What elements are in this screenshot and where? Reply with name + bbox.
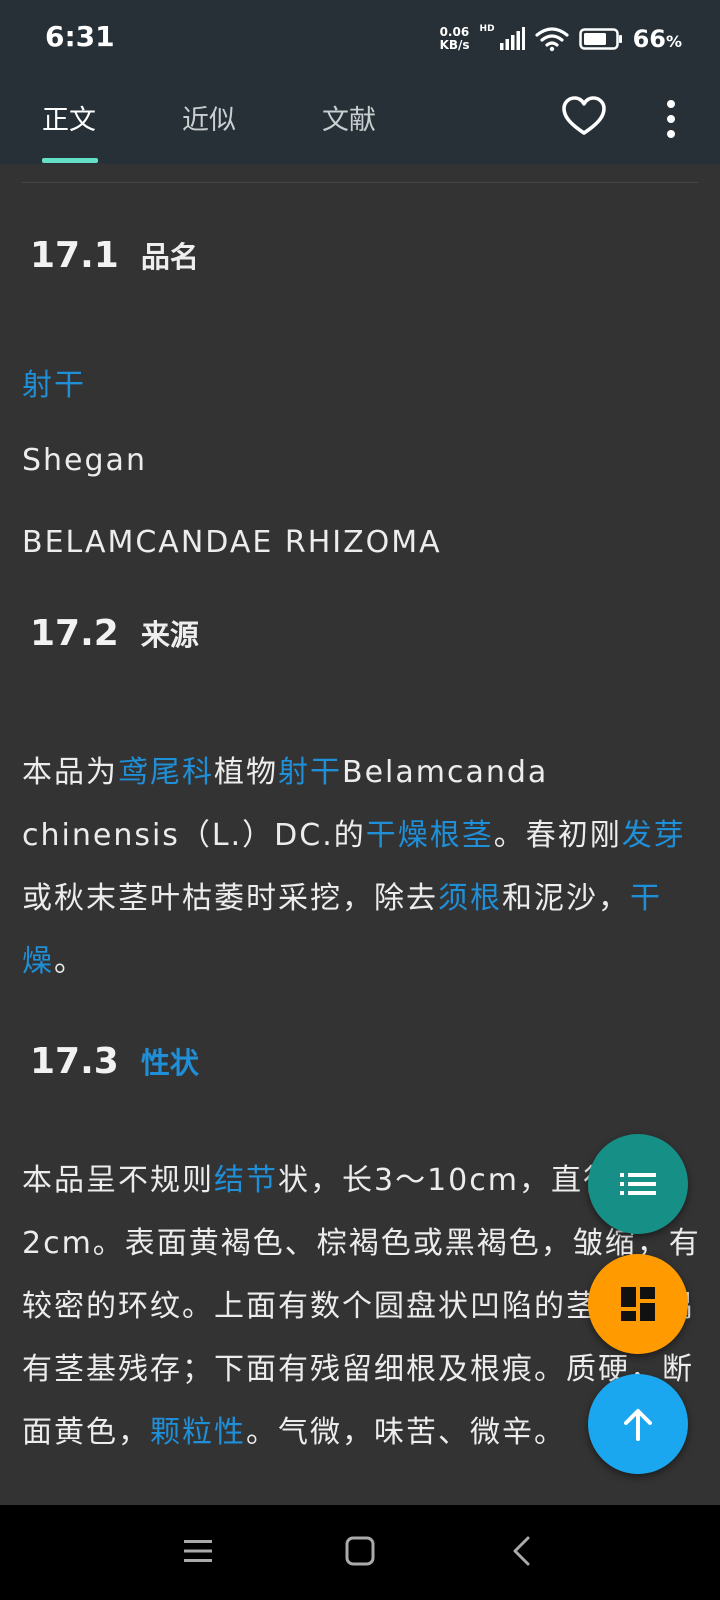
source-link[interactable]: 鸢尾科	[118, 755, 214, 790]
net-speed-unit: KB/s	[439, 38, 470, 52]
tab-similar[interactable]: 近似	[182, 98, 236, 137]
source-text: 。	[54, 944, 86, 979]
heart-outline-icon[interactable]	[561, 94, 607, 140]
section-title: 品名	[140, 240, 199, 274]
battery-unit: %	[665, 32, 682, 51]
source-paragraph: 本品为鸢尾科植物射干Belamcanda chinensis（L.）DC.的干燥…	[22, 741, 702, 993]
tab-indicator	[42, 158, 98, 163]
hd-badge: HD	[479, 24, 495, 34]
section-heading-1: 17.1 品名	[30, 234, 199, 276]
tab-main-text[interactable]: 正文	[42, 98, 96, 137]
wifi-icon	[534, 27, 569, 52]
section-number: 17.3	[30, 1041, 119, 1082]
status-bar: 6:31 0.06 KB/s HD 66%	[0, 0, 720, 78]
battery-value: 66	[632, 25, 666, 53]
list-icon	[620, 1173, 656, 1195]
character-text: 本品呈不规则	[22, 1163, 214, 1198]
battery-icon	[578, 28, 622, 50]
home-nav-icon[interactable]	[344, 1535, 376, 1567]
battery-percent: 66%	[633, 25, 682, 53]
source-link[interactable]: 须根	[438, 881, 502, 916]
more-vertical-icon[interactable]	[656, 97, 686, 141]
source-text: 或秋末茎叶枯萎时采挖，除去	[22, 881, 438, 916]
character-link[interactable]: 结节	[214, 1163, 278, 1198]
tab-references[interactable]: 文献	[322, 98, 376, 137]
source-text: 。春初刚	[493, 818, 622, 853]
system-nav-bar	[0, 1505, 720, 1600]
app-bar: 正文 近似 文献	[0, 78, 720, 164]
section-heading-3: 17.3 性状	[30, 1040, 199, 1082]
source-text: 植物	[214, 755, 278, 790]
name-latin: BELAMCANDAE RHIZOMA	[22, 525, 442, 560]
source-link[interactable]: 发芽	[622, 818, 686, 853]
back-nav-icon[interactable]	[506, 1535, 538, 1567]
source-text: 和泥沙，	[502, 881, 630, 916]
section-number: 17.2	[30, 613, 119, 654]
net-speed: 0.06 KB/s	[440, 26, 470, 52]
signal-icon	[499, 27, 525, 50]
dashboard-fab-button[interactable]	[588, 1254, 688, 1354]
source-text: 本品为	[22, 755, 118, 790]
top-divider	[22, 182, 698, 183]
menu-nav-icon[interactable]	[182, 1535, 214, 1567]
character-link[interactable]: 颗粒性	[150, 1415, 246, 1450]
status-icons: 0.06 KB/s HD 66%	[440, 22, 682, 56]
source-link[interactable]: 干燥根茎	[366, 818, 494, 853]
source-link[interactable]: 射干	[278, 755, 342, 790]
toc-fab-button[interactable]	[588, 1134, 688, 1234]
status-time: 6:31	[45, 20, 115, 53]
scroll-top-fab-button[interactable]	[588, 1374, 688, 1474]
name-pinyin: Shegan	[22, 443, 147, 478]
name-cn-link[interactable]: 射干	[22, 360, 702, 404]
character-text: 。气微，味苦、微辛。	[246, 1415, 566, 1450]
dashboard-icon	[621, 1287, 655, 1321]
section-title-link[interactable]: 性状	[141, 1046, 199, 1080]
section-title: 来源	[140, 618, 199, 652]
section-number: 17.1	[30, 235, 119, 276]
section-heading-2: 17.2 来源	[30, 612, 199, 654]
arrow-up-icon	[624, 1409, 652, 1441]
